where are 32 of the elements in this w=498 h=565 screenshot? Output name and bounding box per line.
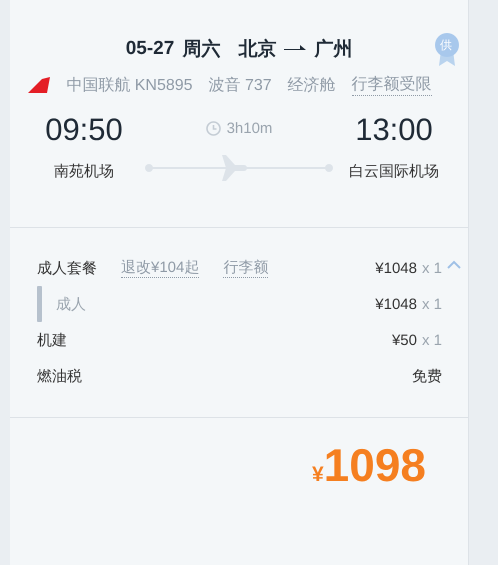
refund-policy-link[interactable]: 退改¥104起 — [121, 258, 200, 278]
baggage-link[interactable]: 行李额受限 — [352, 74, 432, 96]
collapse-caret-icon[interactable] — [447, 260, 461, 269]
departure-time: 09:50 — [45, 112, 123, 148]
quantity: x 1 — [422, 332, 442, 348]
price: ¥50 — [392, 332, 417, 348]
passenger-type: 成人 — [56, 294, 86, 314]
fee-name: 燃油税 — [37, 366, 82, 386]
destination-city: 广州 — [314, 38, 352, 62]
departure-airport: 南苑机场 — [54, 162, 114, 181]
flight-duration: 3h10m — [226, 120, 272, 137]
airline-logo-icon — [28, 77, 50, 93]
airline-flight-number: 中国联航 KN5895 — [66, 76, 193, 96]
currency-symbol: ¥ — [312, 463, 324, 487]
price: 免费 — [412, 366, 442, 386]
package-name: 成人套餐 — [37, 258, 97, 278]
arrival-time: 13:00 — [355, 112, 433, 148]
weekday: 周六 — [182, 38, 220, 62]
fee-name: 机建 — [37, 330, 67, 350]
quantity: x 1 — [422, 260, 442, 276]
total-price: 1098 — [324, 438, 426, 492]
price: ¥1048 — [375, 296, 417, 312]
quantity: x 1 — [422, 296, 442, 312]
origin-city: 北京 — [238, 38, 276, 62]
cabin-class: 经济舱 — [288, 76, 336, 96]
flight-date: 05-27 — [126, 38, 174, 60]
clock-icon — [206, 121, 221, 136]
sub-item-bar — [37, 286, 42, 322]
arrival-airport: 白云国际机场 — [349, 162, 439, 181]
price: ¥1048 — [375, 260, 417, 276]
aircraft-type: 波音 737 — [208, 76, 272, 96]
baggage-link[interactable]: 行李额 — [223, 258, 268, 278]
